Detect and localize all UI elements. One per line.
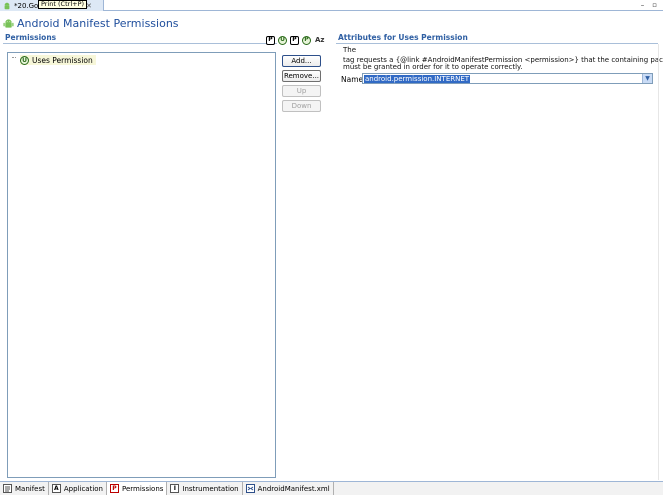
editor-page-tabs: Manifest A Application P Permissions I I…: [0, 481, 663, 495]
tab-label: AndroidManifest.xml: [257, 484, 330, 493]
panel-border: [658, 44, 659, 480]
tree-item-label: Uses Permission: [32, 55, 93, 65]
attribute-description: The: [343, 46, 357, 54]
minimize-icon[interactable]: –: [641, 0, 645, 10]
name-label: Name: [341, 75, 364, 84]
down-button[interactable]: Down: [282, 100, 321, 112]
remove-button[interactable]: Remove...: [282, 70, 321, 82]
tab-manifest[interactable]: Manifest: [0, 482, 49, 495]
instrumentation-icon: I: [170, 484, 180, 493]
xml-file-icon: [245, 484, 255, 493]
attribute-description: must be granted in order for it to opera…: [343, 63, 523, 71]
section-divider: [3, 43, 277, 44]
add-permission-tree-icon[interactable]: P: [290, 35, 299, 45]
tab-application[interactable]: A Application: [48, 482, 107, 495]
manifest-icon: [3, 484, 12, 493]
window-controls: – ▫: [641, 0, 657, 10]
tab-label: Application: [63, 484, 103, 493]
tree-item-uses-permission[interactable]: U Uses Permission: [20, 55, 96, 65]
add-permission-icon[interactable]: P: [266, 35, 275, 45]
editor-tab-label: *20.Go: [14, 1, 39, 10]
uses-permission-icon: U: [20, 55, 29, 65]
tab-label: Permissions: [122, 484, 164, 493]
maximize-icon[interactable]: ▫: [652, 0, 657, 10]
android-icon: [4, 2, 10, 9]
tab-androidmanifest-xml[interactable]: AndroidManifest.xml: [242, 482, 334, 495]
page-header: Android Manifest Permissions: [3, 15, 179, 31]
chevron-down-icon[interactable]: ▼: [642, 74, 652, 83]
tab-label: Instrumentation: [182, 484, 239, 493]
permissions-icon: P: [110, 484, 119, 493]
tree-connector: [12, 57, 16, 58]
name-value[interactable]: android.permission.INTERNET: [364, 75, 471, 83]
name-combo[interactable]: android.permission.INTERNET ▼: [362, 73, 653, 84]
add-permission-group-icon[interactable]: P: [302, 35, 311, 45]
permissions-section-title: Permissions: [5, 33, 57, 42]
add-uses-permission-icon[interactable]: U: [278, 35, 287, 45]
print-tooltip: Print (Ctrl+P): [38, 0, 88, 9]
android-icon: [3, 18, 14, 28]
permissions-tree[interactable]: U Uses Permission: [7, 52, 276, 478]
tab-label: Manifest: [15, 484, 45, 493]
page-title: Android Manifest Permissions: [17, 16, 179, 30]
up-button[interactable]: Up: [282, 85, 321, 97]
tab-permissions[interactable]: P Permissions: [107, 482, 168, 495]
section-divider: [336, 43, 658, 44]
tab-instrumentation[interactable]: I Instrumentation: [167, 482, 243, 495]
editor-tab-strip: *20.Go est ✕ Print (Ctrl+P) – ▫: [0, 0, 663, 11]
application-icon: A: [51, 484, 61, 493]
add-button[interactable]: Add...: [282, 55, 321, 67]
sort-alpha-icon[interactable]: Az: [315, 36, 325, 44]
attributes-section-title: Attributes for Uses Permission: [338, 33, 468, 42]
permissions-toolbar: P U P P Az: [266, 35, 325, 45]
